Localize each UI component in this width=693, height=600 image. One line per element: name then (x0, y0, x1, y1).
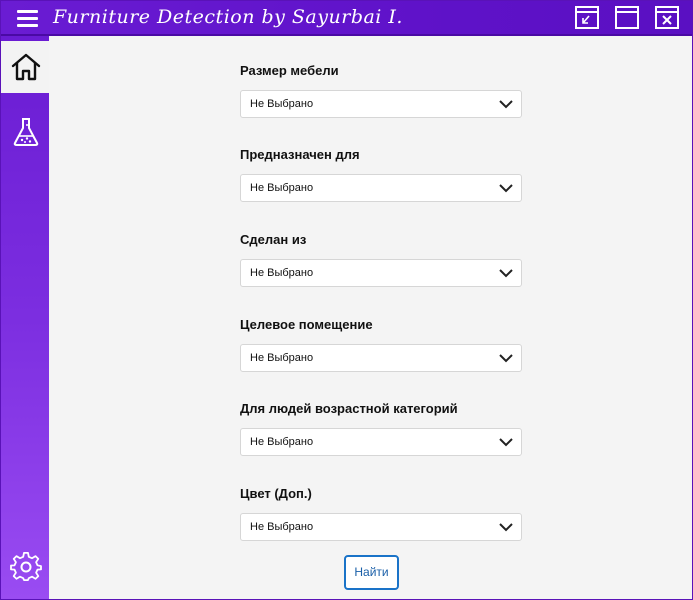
home-icon (11, 53, 41, 81)
flask-icon (13, 118, 39, 146)
field-label: Целевое помещение (240, 317, 373, 332)
sidebar (1, 36, 49, 599)
target-room-select[interactable]: Не Выбрано (240, 344, 522, 372)
main-content: Размер мебели Не Выбрано Предназначен дл… (49, 36, 692, 599)
furniture-size-select[interactable]: Не Выбрано (240, 90, 522, 118)
chevron-down-icon (499, 100, 513, 109)
field-label: Цвет (Доп.) (240, 486, 312, 501)
field-label: Размер мебели (240, 63, 339, 78)
find-button[interactable]: Найти (344, 555, 399, 590)
hamburger-menu-icon[interactable] (13, 7, 41, 31)
sidebar-item-settings[interactable] (1, 541, 49, 593)
sidebar-item-home[interactable] (1, 41, 49, 93)
field-age-category: Для людей возрастной категорий Не Выбран… (240, 399, 522, 456)
select-value: Не Выбрано (250, 182, 314, 194)
chevron-down-icon (499, 523, 513, 532)
app-window: Furniture Detection by Sayurbai I. Разме… (0, 0, 693, 600)
field-target-room: Целевое помещение Не Выбрано (240, 315, 522, 372)
chevron-down-icon (499, 184, 513, 193)
field-label: Для людей возрастной категорий (240, 401, 458, 416)
field-material: Сделан из Не Выбрано (240, 230, 522, 287)
window-title: Furniture Detection by Sayurbai I. (53, 6, 403, 28)
gear-icon (10, 552, 42, 581)
select-value: Не Выбрано (250, 267, 314, 279)
sidebar-item-lab[interactable] (1, 106, 49, 158)
close-window-icon[interactable] (654, 5, 680, 31)
chevron-down-icon (499, 438, 513, 447)
color-select[interactable]: Не Выбрано (240, 513, 522, 541)
restore-window-icon[interactable] (574, 5, 600, 31)
intended-for-select[interactable]: Не Выбрано (240, 174, 522, 202)
field-label: Предназначен для (240, 147, 360, 162)
select-value: Не Выбрано (250, 98, 314, 110)
select-value: Не Выбрано (250, 436, 314, 448)
select-value: Не Выбрано (250, 521, 314, 533)
select-value: Не Выбрано (250, 352, 314, 364)
field-furniture-size: Размер мебели Не Выбрано (240, 61, 522, 118)
chevron-down-icon (499, 269, 513, 278)
field-intended-for: Предназначен для Не Выбрано (240, 145, 522, 202)
maximize-window-icon[interactable] (614, 5, 640, 31)
chevron-down-icon (499, 354, 513, 363)
material-select[interactable]: Не Выбрано (240, 259, 522, 287)
field-label: Сделан из (240, 232, 307, 247)
field-color: Цвет (Доп.) Не Выбрано (240, 484, 522, 541)
title-bar: Furniture Detection by Sayurbai I. (1, 1, 692, 36)
age-category-select[interactable]: Не Выбрано (240, 428, 522, 456)
